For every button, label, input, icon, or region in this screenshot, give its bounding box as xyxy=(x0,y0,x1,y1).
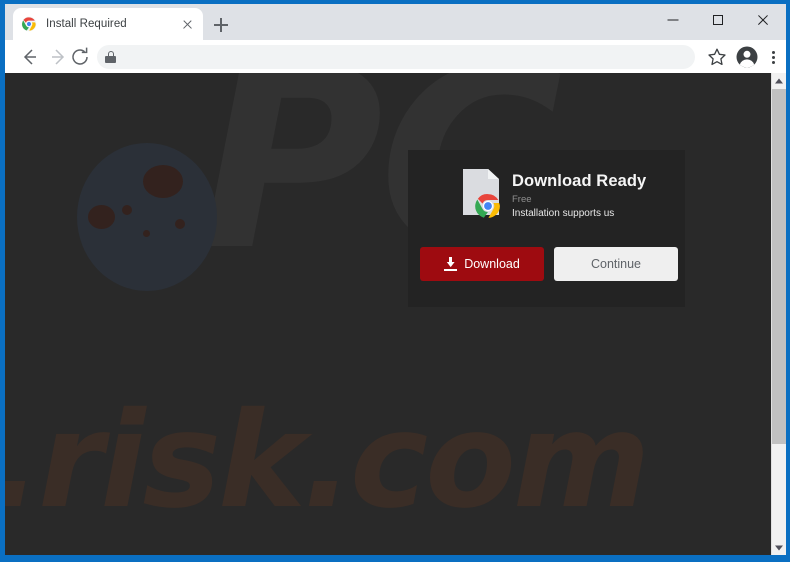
browser-frame: Install Required PC .risk.com Download R… xyxy=(5,4,786,555)
dialog-title: Download Ready xyxy=(512,172,647,190)
close-icon xyxy=(756,13,769,26)
maximize-button[interactable] xyxy=(695,4,740,35)
decorative-spot xyxy=(122,205,132,215)
chrome-favicon-icon xyxy=(21,16,37,32)
lock-icon xyxy=(105,51,116,63)
page-scrollbar[interactable] xyxy=(771,73,786,555)
decorative-spot xyxy=(143,165,183,198)
back-button[interactable] xyxy=(16,44,42,70)
browser-window: Install Required PC .risk.com Download R… xyxy=(0,0,790,562)
decorative-spot xyxy=(175,219,185,229)
dialog-text-block: Download Ready Free Installation support… xyxy=(512,169,646,220)
scroll-down-button[interactable] xyxy=(772,540,786,555)
dialog-note-label: Installation supports us xyxy=(512,207,615,219)
pcrisk-watermark: PC .risk.com xyxy=(5,73,786,555)
tab-title: Install Required xyxy=(46,18,127,30)
minimize-button[interactable] xyxy=(650,4,695,35)
browser-toolbar xyxy=(5,40,786,73)
chevron-down-icon xyxy=(775,545,783,550)
tab-strip: Install Required xyxy=(5,4,786,40)
download-button[interactable]: Download xyxy=(420,247,544,281)
minimize-icon xyxy=(667,19,678,20)
document-with-chrome-logo-icon xyxy=(463,169,500,218)
decorative-spot xyxy=(143,230,150,237)
dialog-header: Download Ready Free Installation support… xyxy=(463,169,646,220)
address-bar[interactable] xyxy=(97,45,695,69)
new-tab-button[interactable] xyxy=(208,12,234,38)
decorative-circle xyxy=(77,143,217,291)
maximize-icon xyxy=(712,14,723,25)
dialog-actions: Download Continue xyxy=(420,247,678,281)
decorative-spot xyxy=(88,205,115,229)
star-icon[interactable] xyxy=(705,45,729,69)
scrollbar-thumb[interactable] xyxy=(772,89,786,444)
close-window-button[interactable] xyxy=(740,4,785,35)
account-avatar-icon[interactable] xyxy=(735,45,759,69)
scroll-up-button[interactable] xyxy=(772,73,786,88)
dialog-price-label: Free xyxy=(512,194,532,206)
chevron-up-icon xyxy=(775,78,783,83)
watermark-secondary-text: .risk.com xyxy=(5,384,650,538)
download-dialog: Download Ready Free Installation support… xyxy=(408,150,685,307)
download-arrow-icon xyxy=(444,257,458,271)
three-dot-menu-icon[interactable] xyxy=(763,45,783,69)
reload-button[interactable] xyxy=(67,44,93,70)
reload-icon xyxy=(72,47,88,65)
arrow-left-icon xyxy=(23,49,36,65)
continue-button[interactable]: Continue xyxy=(554,247,678,281)
tab-install-required[interactable]: Install Required xyxy=(13,8,203,40)
download-button-label: Download xyxy=(464,257,520,271)
close-icon[interactable] xyxy=(179,16,195,32)
page-viewport: PC .risk.com Download Ready Free Install… xyxy=(5,73,786,555)
